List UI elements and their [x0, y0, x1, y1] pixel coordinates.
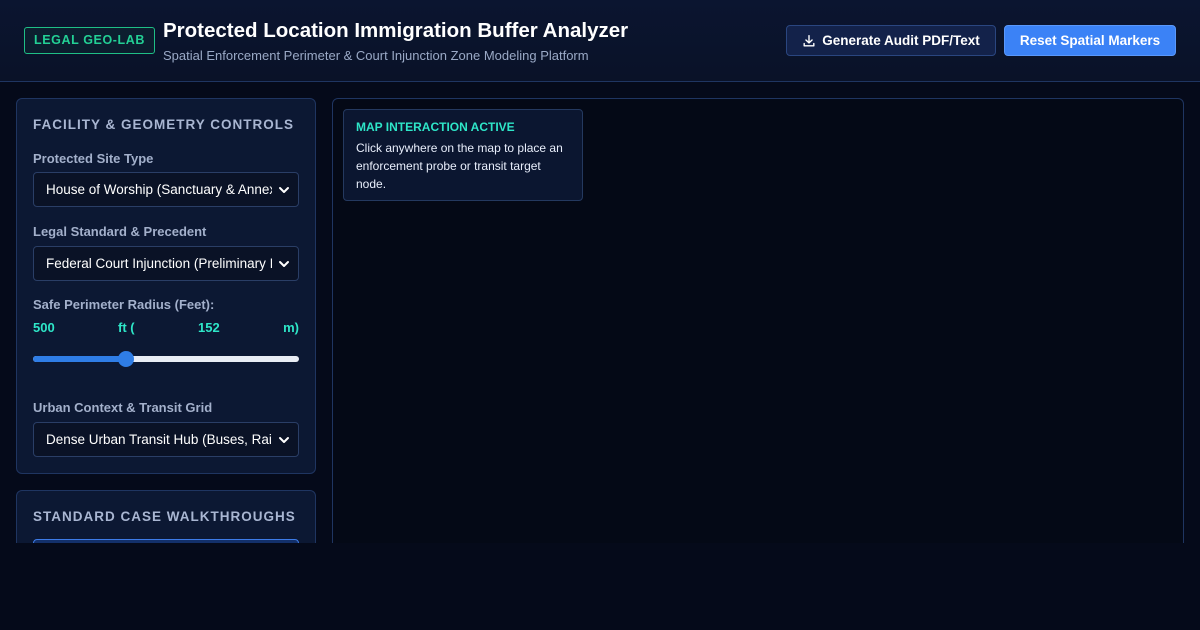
map-canvas[interactable]: MAP INTERACTION ACTIVE Click anywhere on… [332, 98, 1184, 543]
radius-slider-fill [33, 356, 126, 362]
urban-context-select[interactable]: Dense Urban Transit Hub (Buses, Rail) [33, 422, 299, 457]
radius-meters-value: 152 [198, 320, 220, 335]
radius-label: Safe Perimeter Radius (Feet): [33, 297, 215, 312]
walkthrough-case-button[interactable] [33, 539, 299, 543]
urban-context-label: Urban Context & Transit Grid [33, 400, 213, 415]
chevron-down-icon [279, 187, 289, 193]
map-interaction-tip: MAP INTERACTION ACTIVE Click anywhere on… [343, 109, 583, 201]
site-type-value: House of Worship (Sanctuary & Annex) [46, 182, 272, 197]
page-title: Protected Location Immigration Buffer An… [163, 19, 629, 42]
lab-badge: LEGAL GEO-LAB [24, 27, 156, 54]
site-type-select[interactable]: House of Worship (Sanctuary & Annex) [33, 172, 299, 207]
radius-slider[interactable] [33, 349, 299, 369]
walkthroughs-panel-title: STANDARD CASE WALKTHROUGHS [33, 509, 296, 524]
reset-markers-button[interactable]: Reset Spatial Markers [1004, 25, 1176, 56]
radius-slider-thumb[interactable] [118, 351, 134, 367]
legal-standard-value: Federal Court Injunction (Preliminary In… [46, 256, 272, 271]
app-viewport: LEGAL GEO-LAB Protected Location Immigra… [0, 0, 1200, 543]
facility-controls-panel: FACILITY & GEOMETRY CONTROLS Protected S… [16, 98, 316, 474]
legal-standard-select[interactable]: Federal Court Injunction (Preliminary In… [33, 246, 299, 281]
case-walkthroughs-panel: STANDARD CASE WALKTHROUGHS [16, 490, 316, 543]
radius-feet-value: 500 [33, 320, 55, 335]
urban-context-value: Dense Urban Transit Hub (Buses, Rail) [46, 432, 272, 447]
reset-markers-label: Reset Spatial Markers [1019, 33, 1161, 48]
download-icon [803, 34, 815, 47]
chevron-down-icon [279, 437, 289, 443]
map-tip-title: MAP INTERACTION ACTIVE [356, 120, 515, 134]
generate-audit-label: Generate Audit PDF/Text [822, 33, 980, 48]
generate-audit-button[interactable]: Generate Audit PDF/Text [786, 25, 996, 56]
site-type-label: Protected Site Type [33, 151, 154, 166]
map-tip-body: Click anywhere on the map to place an en… [356, 141, 563, 191]
controls-panel-title: FACILITY & GEOMETRY CONTROLS [33, 117, 295, 132]
legal-standard-label: Legal Standard & Precedent [33, 224, 207, 239]
page-subtitle: Spatial Enforcement Perimeter & Court In… [163, 48, 589, 63]
radius-meters-unit: m) [283, 320, 299, 335]
chevron-down-icon [279, 261, 289, 267]
radius-readout: 500 ft ( 152 m) [33, 320, 299, 336]
app-header: LEGAL GEO-LAB Protected Location Immigra… [0, 0, 1200, 82]
radius-feet-unit: ft ( [118, 320, 135, 335]
